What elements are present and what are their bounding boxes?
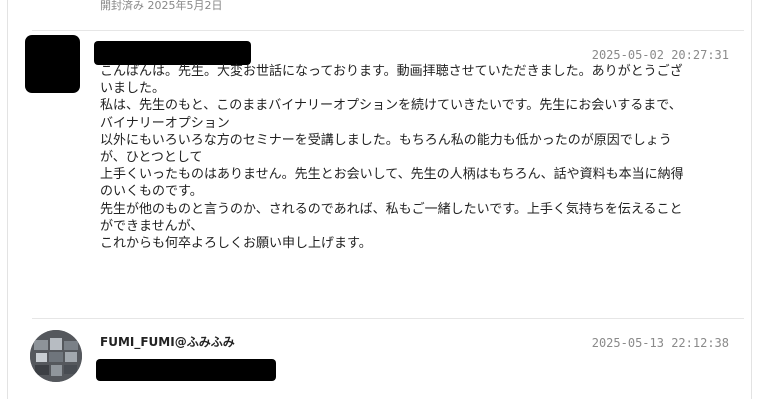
avatar-photo-icon — [30, 330, 82, 382]
message-timestamp: 2025-05-02 20:27:31 — [591, 48, 729, 62]
message-line: のいくものです。 — [100, 184, 203, 200]
message-line: 上手くいったものはありません。先生とお会いして、先生の人柄はもちろん、話や資料も… — [100, 167, 684, 183]
divider — [32, 30, 744, 31]
message-body: こんばんは。先生。大変お世話になっております。動画拝聴させていただきました。あり… — [100, 63, 750, 252]
message-line: が、ひとつとして — [100, 149, 203, 165]
sender-username[interactable]: FUMI_FUMI@ふみふみ — [100, 333, 235, 350]
message-line: いました。 — [100, 81, 166, 97]
message-line: これからも何卒よろしくお願い申し上げます。 — [100, 235, 372, 251]
message-body-redacted — [96, 359, 276, 381]
divider — [32, 318, 744, 319]
message-line: バイナリーオプション — [100, 115, 230, 131]
read-status: 開封済み 2025年5月2日 — [100, 0, 223, 12]
message-line: 先生が他のものと言うのか、されるのであれば、私もご一緒したいです。上手く気持ちを… — [100, 201, 683, 217]
message-line: こんばんは。先生。大変お世話になっております。動画拝聴させていただきました。あり… — [100, 64, 683, 79]
message-timestamp: 2025-05-13 22:12:38 — [591, 336, 729, 350]
sender-avatar[interactable] — [30, 330, 82, 382]
sender-avatar-redacted[interactable] — [25, 35, 80, 93]
message-line: ができませんが、 — [100, 218, 204, 234]
message-line: 以外にもいろいろな方のセミナーを受講しました。もちろん私の能力も低かったのが原因… — [100, 132, 672, 148]
message-line: 私は、先生のもと、このままバイナリーオプションを続けていきたいです。先生にお会い… — [100, 98, 682, 114]
sender-name-redacted — [94, 41, 251, 65]
message-thread-panel: 開封済み 2025年5月2日 2025-05-02 20:27:31 こんばんは… — [7, 0, 752, 399]
